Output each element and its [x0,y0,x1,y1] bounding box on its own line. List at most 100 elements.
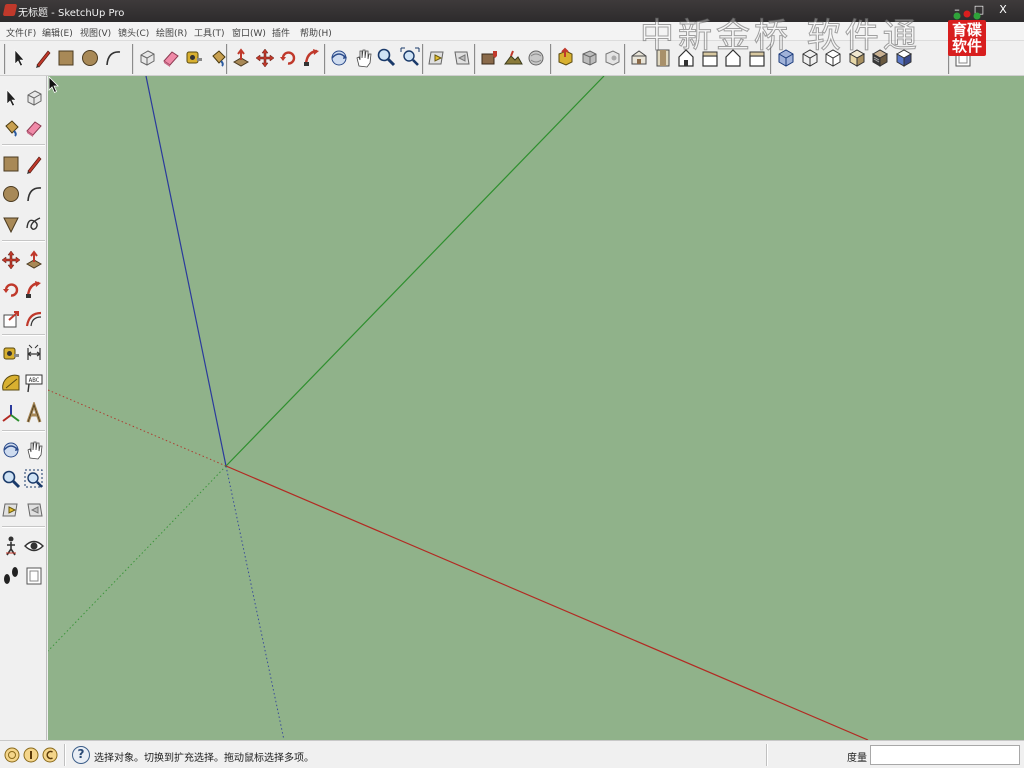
menu-camera[interactable]: 镜头(C) [118,26,149,39]
toggle-terrain-button[interactable] [502,46,524,70]
menu-tools[interactable]: 工具(T) [194,26,225,39]
paint-bucket-tool-button[interactable] [0,116,22,140]
offset-tool-button[interactable] [23,308,45,332]
offset-tool-icon [25,311,42,327]
zoom-window-tool-icon [24,469,43,488]
menu-help[interactable]: 帮助(H) [300,26,332,39]
rectangle-tool-button[interactable] [0,152,22,176]
watermark-text: 中新金桥 软件通 [640,16,921,57]
status-divider [766,744,768,766]
axes-tool-button[interactable] [0,402,22,426]
select-tool-button[interactable] [0,86,22,110]
add-location-button[interactable] [478,46,500,70]
pan-tool-button[interactable] [352,46,374,70]
move-tool-button[interactable] [0,248,22,272]
get-photo-texture-button[interactable] [601,46,623,70]
push-pull-tool-button[interactable] [23,248,45,272]
eraser-tool-button[interactable] [23,116,45,140]
follow-me-tool-icon [303,49,319,66]
menu-view[interactable]: 视图(V) [80,26,111,39]
text-tool-button[interactable]: ABC [23,372,45,396]
share-component-button[interactable] [578,46,600,70]
zoom-extents-tool-button[interactable] [399,46,421,70]
dimension-tool-button[interactable] [23,342,45,366]
follow-me-tool-button[interactable] [23,278,45,302]
make-component-button[interactable] [136,46,158,70]
pencil-line-tool-icon [27,156,42,174]
instructor-help-icon[interactable]: ? [72,746,90,764]
select-tool-icon [6,89,17,107]
position-camera-tool-button[interactable] [0,534,22,558]
toolbar-separator [2,144,45,146]
menu-file[interactable]: 文件(F) [6,26,36,39]
next-view-button[interactable] [23,498,45,522]
move-tool-button[interactable] [254,46,276,70]
section-plane-button[interactable] [23,564,45,588]
menu-window[interactable]: 窗口(W) [232,26,266,39]
scale-tool-icon [3,311,19,328]
tape-measure-tool-button[interactable] [183,46,205,70]
rotate-tool-button[interactable] [277,46,299,70]
orbit-tool-button[interactable] [328,46,350,70]
zoom-tool-button[interactable] [0,468,22,492]
arc-tool-icon [27,187,42,202]
push-pull-tool-button[interactable] [230,46,252,70]
polygon-tool-button[interactable] [0,212,22,236]
eraser-tool-icon [26,121,42,137]
add-location-icon [481,51,497,65]
zoom-tool-icon [377,48,396,67]
watermark-logo: 育碟 软件 [946,10,988,58]
freehand-tool-button[interactable] [23,212,45,236]
circle-tool-icon [3,186,19,202]
green-axis-negative [48,465,227,652]
look-around-tool-button[interactable] [23,534,45,558]
credits-icon[interactable] [23,747,39,763]
menu-plugins[interactable]: 插件 [272,26,290,39]
pan-tool-button[interactable] [23,438,45,462]
user-account-icon[interactable] [42,747,58,763]
zoom-window-tool-button[interactable] [23,468,45,492]
window-title: 无标题 - SketchUp Pro [18,8,125,19]
toggle-terrain-icon [503,50,523,65]
orbit-tool-button[interactable] [0,438,22,462]
mouse-cursor-icon [48,76,59,94]
menu-edit[interactable]: 编辑(E) [42,26,73,39]
tape-measure-tool-icon [186,51,202,64]
circle-tool-button[interactable] [0,182,22,206]
zoom-tool-button[interactable] [375,46,397,70]
protractor-tool-button[interactable] [0,372,22,396]
pencil-line-tool-button[interactable] [32,46,54,70]
previous-view-button[interactable] [0,498,22,522]
walk-tool-button[interactable] [0,564,22,588]
geo-location-icon[interactable] [4,747,20,763]
model-axes [48,76,869,740]
pencil-line-tool-button[interactable] [23,152,45,176]
zoom-extents-tool-icon [400,47,419,66]
arc-tool-button[interactable] [23,182,45,206]
rotate-tool-button[interactable] [0,278,22,302]
toolbar-group-separator [4,44,6,74]
eraser-tool-button[interactable] [160,46,182,70]
circle-tool-button[interactable] [79,46,101,70]
previous-view-button[interactable] [426,46,448,70]
status-message: 选择对象。切换到扩充选择。拖动鼠标选择多项。 [94,753,314,764]
drawing-area[interactable] [48,76,1024,740]
next-view-button[interactable] [450,46,472,70]
3d-text-tool-button[interactable] [23,402,45,426]
status-bar: ? 选择对象。切换到扩充选择。拖动鼠标选择多项。 度量 [0,740,1024,768]
tape-measure-tool-button[interactable] [0,342,22,366]
share-model-button[interactable] [554,46,576,70]
close-button[interactable]: X [994,2,1012,18]
svg-text:ABC: ABC [29,377,40,384]
select-tool-button[interactable] [8,46,30,70]
menu-draw[interactable]: 绘图(R) [156,26,187,39]
make-component-button[interactable] [23,86,45,110]
arc-tool-button[interactable] [102,46,124,70]
logo-line-1: 育碟 [951,21,982,39]
scale-tool-button[interactable] [0,308,22,332]
rectangle-tool-button[interactable] [55,46,77,70]
measurements-label: 度量 [847,753,867,764]
measurements-input[interactable] [870,745,1020,765]
follow-me-tool-button[interactable] [301,46,323,70]
get-models-button[interactable] [525,46,547,70]
